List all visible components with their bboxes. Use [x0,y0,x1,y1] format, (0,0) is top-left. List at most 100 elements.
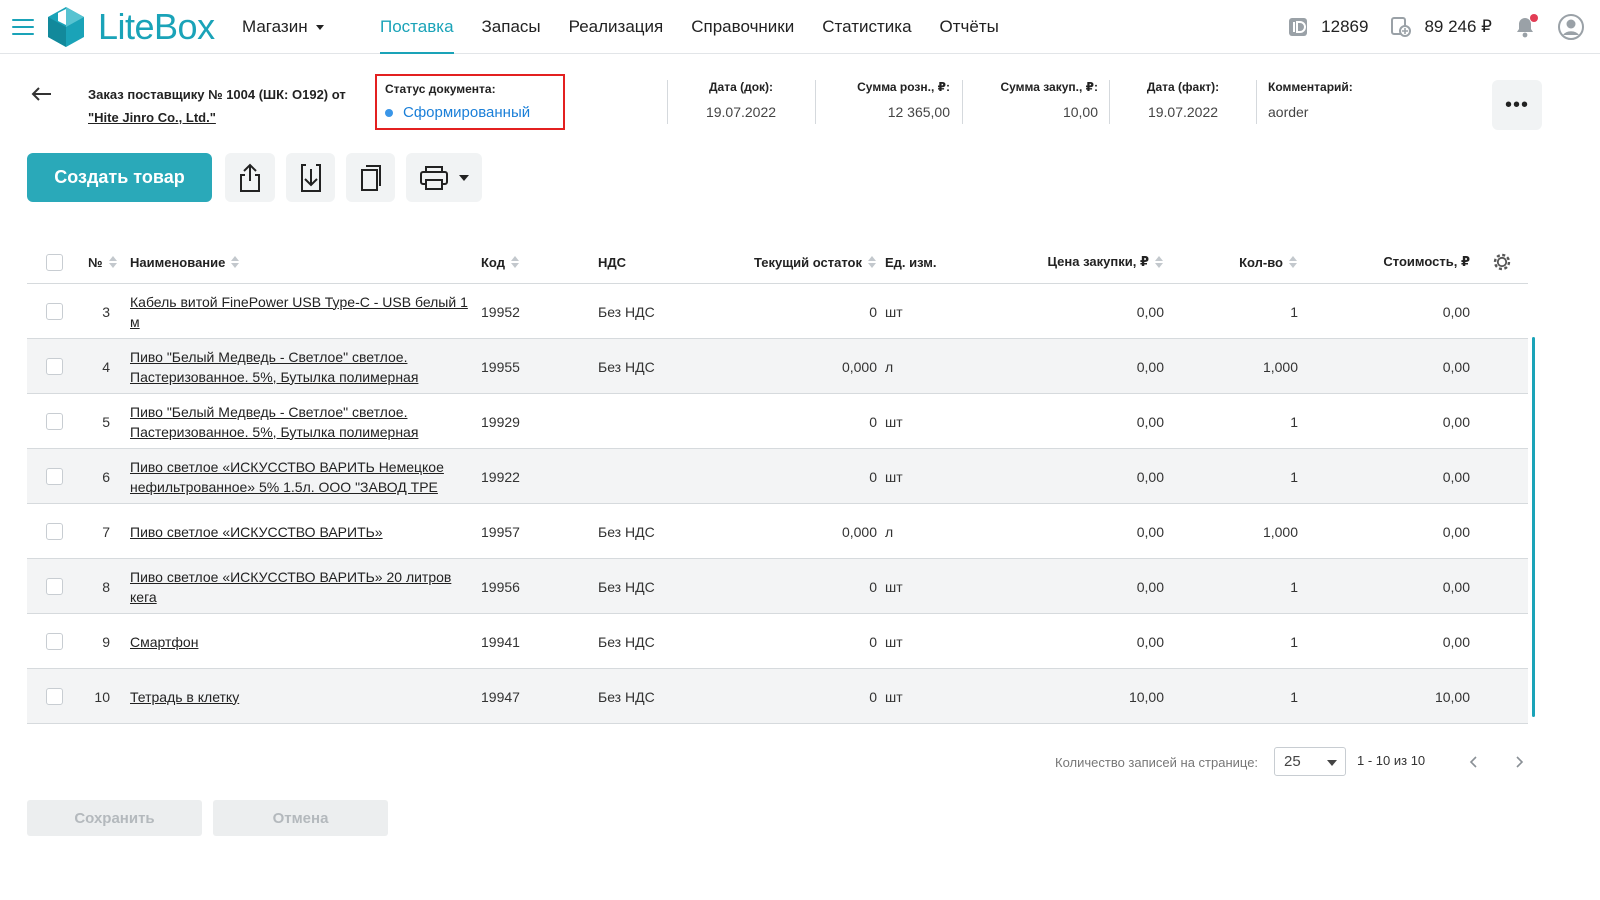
nav-item-sales[interactable]: Реализация [555,0,678,54]
nav-item-stock[interactable]: Запасы [468,0,555,54]
menu-icon[interactable] [12,19,34,35]
cell-num-text: 5 [102,413,110,430]
field-date-fact: Дата (факт): 19.07.2022 [1120,80,1246,124]
column-name[interactable]: Наименование [130,240,240,284]
product-name-link[interactable]: Пиво "Белый Медведь - Светлое" светлое. … [130,402,475,442]
next-page-icon[interactable] [1512,754,1526,770]
cell-num-text: 7 [102,523,110,540]
copy-button[interactable] [346,153,395,202]
row-checkbox[interactable] [46,688,63,705]
retail-sum-value: 12 365,00 [887,104,950,120]
product-name-link[interactable]: Пиво светлое «ИСКУССТВО ВАРИТЬ Немецкое … [130,457,475,497]
select-all-checkbox[interactable] [46,240,63,284]
cell-num-text: 4 [102,358,110,375]
create-product-button[interactable]: Создать товар [27,153,212,202]
cell-price-text: 0,00 [1136,358,1164,375]
checkbox[interactable] [46,253,63,271]
copy-icon [360,164,381,191]
column-stock[interactable]: Текущий остаток [727,240,877,284]
litebox-logo[interactable]: LiteBox [44,6,215,48]
cell-stock: 0 [727,394,877,449]
row-checkbox[interactable] [46,358,63,375]
comment-value[interactable]: aorder [1268,104,1468,120]
table-row[interactable]: 5 Пиво "Белый Медведь - Светлое" светлое.… [27,394,1528,449]
prev-page-icon[interactable] [1467,754,1481,770]
cell-name: Пиво светлое «ИСКУССТВО ВАРИТЬ» [130,504,475,559]
product-name-link[interactable]: Кабель витой FinePower USB Type-C - USB … [130,292,475,332]
nav-item-supply[interactable]: Поставка [366,0,468,54]
cell-vat: Без НДС [598,284,655,339]
cell-vat: Без НДС [598,614,655,669]
back-arrow-icon[interactable] [30,86,52,102]
print-button[interactable] [406,153,482,202]
table-row[interactable]: 7 Пиво светлое «ИСКУССТВО ВАРИТЬ» 19957 Без… [27,504,1528,559]
column-stock-label: Текущий остаток [753,254,862,270]
supplier-link[interactable]: "Hite Jinro Co., Ltd." [88,106,358,129]
export-button[interactable] [225,153,275,202]
nav-item-statistics[interactable]: Статистика [808,0,925,54]
status-dot-icon [385,108,393,117]
column-code[interactable]: Код [481,240,520,284]
status-value[interactable]: Сформированный [385,104,555,121]
product-name-link[interactable]: Пиво "Белый Медведь - Светлое" светлое. … [130,347,475,387]
field-date-doc: Дата (док): 19.07.2022 [680,80,802,124]
table-row[interactable]: 4 Пиво "Белый Медведь - Светлое" светлое.… [27,339,1528,394]
nav-item-directories[interactable]: Справочники [677,0,808,54]
per-page-select[interactable]: 25 [1274,747,1346,776]
field-retail-sum: Сумма розн., ₽: 12 365,00 [822,80,950,124]
save-button[interactable]: Сохранить [27,800,202,836]
table-row[interactable]: 3 Кабель витой FinePower USB Type-C - USB… [27,284,1528,339]
sort-icon[interactable] [108,256,118,268]
row-checkbox[interactable] [46,578,63,595]
divider [1256,80,1257,124]
row-checkbox[interactable] [46,523,63,540]
cancel-button[interactable]: Отмена [213,800,388,836]
row-checkbox-cell [46,504,63,559]
cell-price: 0,00 [1007,394,1164,449]
cell-price-text: 0,00 [1136,578,1164,595]
row-checkbox[interactable] [46,633,63,650]
date-doc-value: 19.07.2022 [705,104,777,120]
cell-qty: 1,000 [1217,339,1298,394]
product-name-link[interactable]: Смартфон [130,632,198,652]
column-price[interactable]: Цена закупки, ₽ [1007,240,1164,284]
row-checkbox[interactable] [46,303,63,320]
nav-item-reports[interactable]: Отчёты [926,0,1013,54]
cell-cost: 0,00 [1347,614,1470,669]
table-row[interactable]: 9 Смартфон 19941 Без НДС 0 шт 0,00 1 0,00 [27,614,1528,669]
table-scrollbar[interactable] [1532,337,1535,717]
bell-icon[interactable] [1514,14,1538,38]
cell-unit-text: л [885,358,894,375]
table-settings-button[interactable] [1492,240,1512,284]
product-name-link[interactable]: Пиво светлое «ИСКУССТВО ВАРИТЬ» 20 литро… [130,567,475,607]
status-label: Статус документа: [385,82,496,96]
store-selector[interactable]: Магазин [242,17,324,37]
more-options-button[interactable]: ••• [1492,80,1542,130]
import-button[interactable] [286,153,335,202]
sort-icon[interactable] [1155,256,1164,268]
sort-icon[interactable] [868,256,877,268]
comment-label: Комментарий: [1268,80,1353,94]
cell-unit-text: шт [885,578,903,595]
cell-price: 0,00 [1007,614,1164,669]
row-checkbox[interactable] [46,468,63,485]
sort-icon[interactable] [231,256,240,268]
cell-stock-text: 0,000 [841,358,877,375]
document-status: Статус документа: Сформированный [375,74,565,130]
table-row[interactable]: 6 Пиво светлое «ИСКУССТВО ВАРИТЬ Немецкое… [27,449,1528,504]
cell-name: Кабель витой FinePower USB Type-C - USB … [130,284,475,339]
sort-icon[interactable] [510,256,520,268]
import-icon [300,163,321,192]
row-checkbox-cell [46,559,63,614]
sort-icon[interactable] [1289,256,1298,268]
cell-unit: шт [885,669,903,724]
column-qty[interactable]: Кол-во [1217,240,1298,284]
product-name-link[interactable]: Пиво светлое «ИСКУССТВО ВАРИТЬ» [130,522,383,542]
user-avatar-icon[interactable] [1558,14,1584,40]
product-name-link[interactable]: Тетрадь в клетку [130,687,239,707]
row-checkbox[interactable] [46,413,63,430]
column-num[interactable]: № [88,240,118,284]
products-table: № Наименование Код НДС Текущий остаток Е… [27,240,1528,724]
table-row[interactable]: 8 Пиво светлое «ИСКУССТВО ВАРИТЬ» 20 литр… [27,559,1528,614]
table-row[interactable]: 10 Тетрадь в клетку 19947 Без НДС 0 шт 10,00 1 1… [27,669,1528,724]
